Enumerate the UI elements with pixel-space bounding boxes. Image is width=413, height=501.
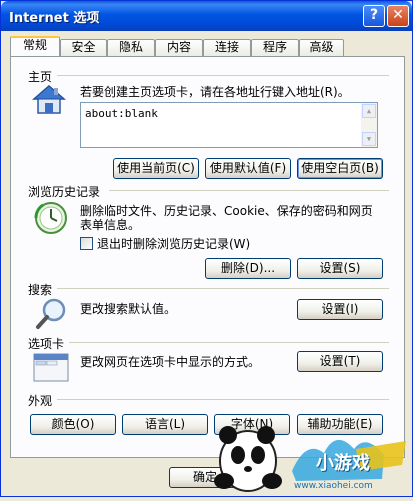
house-icon — [32, 85, 66, 114]
use-blank-button[interactable]: 使用空白页(B) — [297, 158, 383, 179]
history-description-line1: 删除临时文件、历史记录、Cookie、保存的密码和网页 — [80, 204, 373, 218]
tabs-description: 更改网页在选项卡中显示的方式。 — [80, 355, 261, 369]
delete-on-exit-checkbox[interactable] — [80, 237, 93, 250]
delete-on-exit-label[interactable]: 退出时删除浏览历史记录(W) — [97, 237, 250, 251]
scroll-up-icon[interactable]: ▲ — [362, 104, 376, 118]
use-default-button[interactable]: 使用默认值(F) — [205, 158, 291, 179]
home-description: 若要创建主页选项卡，请在各地址行键入地址(R)。 — [80, 85, 350, 99]
title-bar[interactable]: Internet 选项 ? ✕ — [1, 1, 412, 31]
internet-options-dialog: Internet 选项 ? ✕ 常规 安全 隐私 内容 连接 程序 高级 主页 … — [0, 0, 413, 497]
magnifier-icon — [36, 298, 66, 329]
tab-programs[interactable]: 程序 — [251, 39, 299, 56]
home-address-value: about:blank — [85, 107, 158, 120]
home-address-input[interactable]: about:blank ▲ ▼ — [80, 102, 378, 148]
home-group-divider — [57, 75, 389, 76]
clock-icon — [34, 202, 67, 234]
search-settings-button[interactable]: 设置(I) — [297, 299, 383, 320]
window-tabs-icon — [33, 353, 69, 382]
tab-general[interactable]: 常规 — [10, 36, 60, 56]
tab-privacy[interactable]: 隐私 — [107, 39, 155, 56]
window-title: Internet 选项 — [9, 11, 100, 26]
search-group-label: 搜索 — [28, 283, 53, 297]
tab-content[interactable]: 内容 — [155, 39, 203, 56]
search-description: 更改搜索默认值。 — [80, 302, 177, 316]
languages-button[interactable]: 语言(L) — [122, 414, 208, 435]
tab-security[interactable]: 安全 — [60, 39, 107, 56]
scroll-down-icon[interactable]: ▼ — [362, 132, 376, 146]
help-button[interactable]: ? — [363, 5, 385, 27]
history-description-line2: 表单信息。 — [80, 218, 141, 232]
tab-connections[interactable]: 连接 — [203, 39, 251, 56]
history-group-divider — [109, 190, 389, 191]
search-group-divider — [57, 288, 389, 289]
home-group-label: 主页 — [28, 70, 53, 84]
history-settings-button[interactable]: 设置(S) — [297, 258, 383, 279]
appearance-group-label: 外观 — [28, 394, 53, 408]
tab-advanced[interactable]: 高级 — [299, 39, 344, 56]
address-scrollbar[interactable]: ▲ ▼ — [361, 103, 377, 147]
delete-history-button[interactable]: 删除(D)... — [205, 258, 291, 279]
tabs-settings-button[interactable]: 设置(T) — [297, 351, 383, 372]
appearance-group-divider — [57, 399, 389, 400]
site-watermark: 小游戏 www.xiaohei.com — [206, 409, 413, 498]
tabs-group-label: 选项卡 — [28, 337, 65, 351]
use-current-button[interactable]: 使用当前页(C) — [113, 158, 199, 179]
watermark-url: www.xiaohei.com — [294, 481, 373, 491]
tabs-group-divider — [69, 342, 389, 343]
watermark-brand: 小游戏 — [316, 453, 370, 474]
history-group-label: 浏览历史记录 — [28, 185, 101, 199]
close-button[interactable]: ✕ — [387, 5, 409, 27]
colors-button[interactable]: 颜色(O) — [30, 414, 116, 435]
